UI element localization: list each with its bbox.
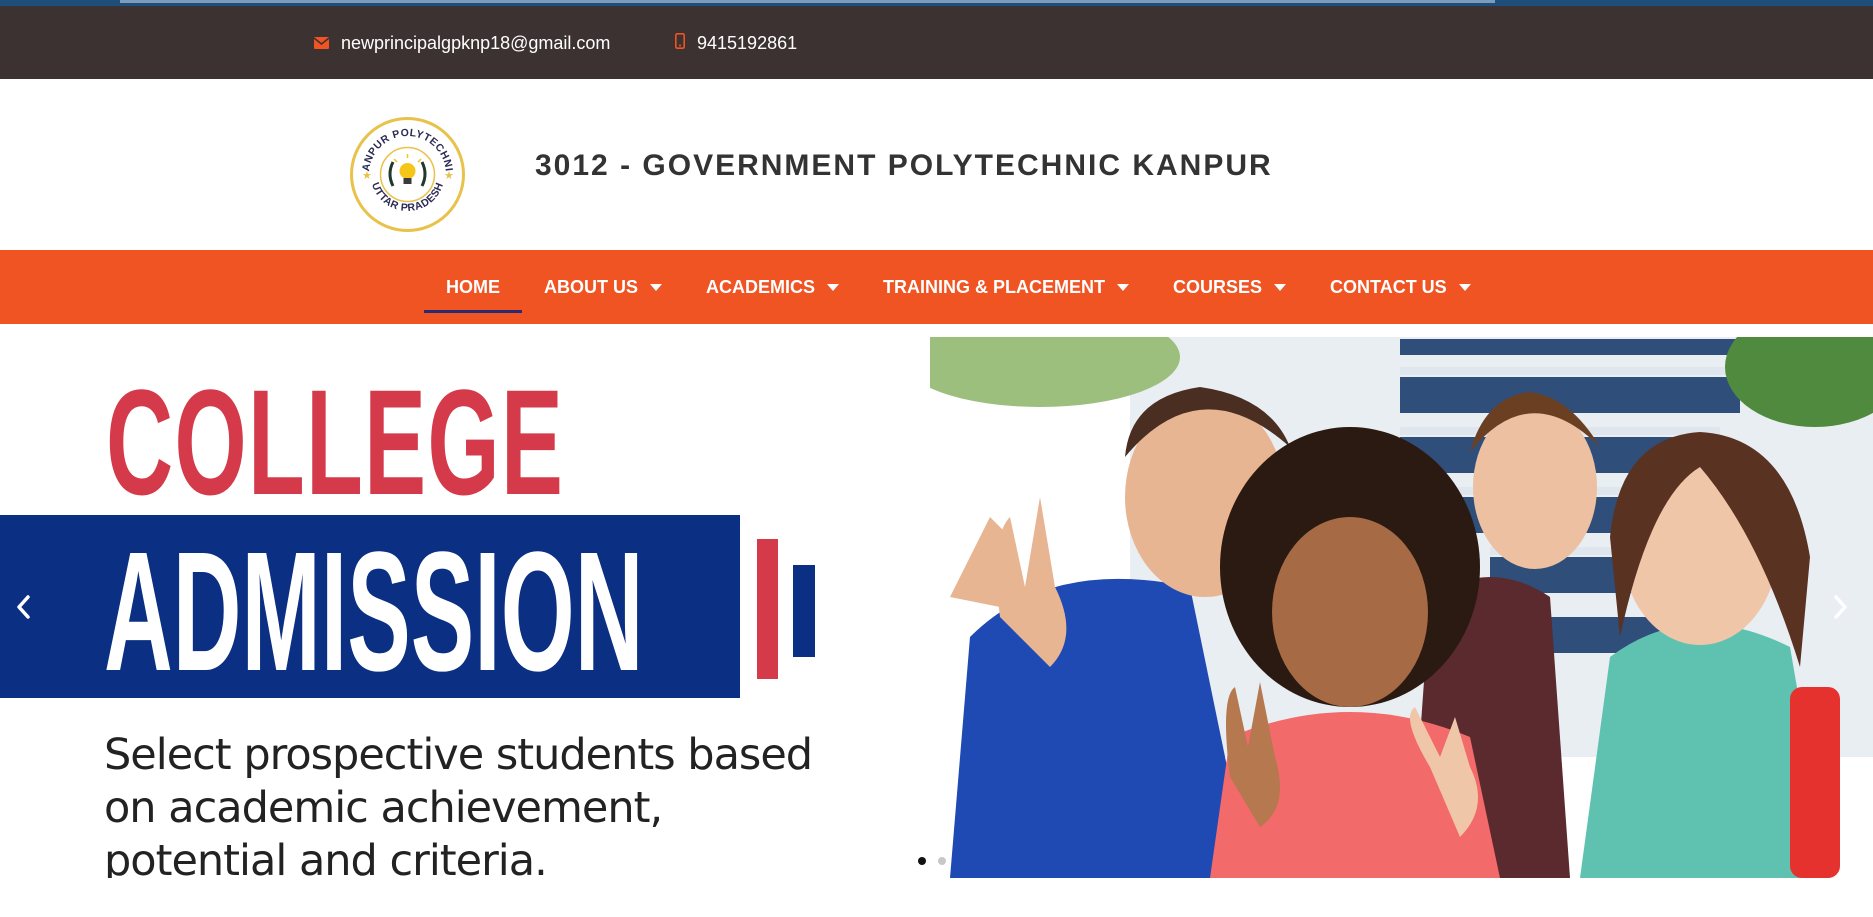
top-contact-bar: newprincipalgpknp18@gmail.com 9415192861 <box>0 6 1873 79</box>
nav-item-label: CONTACT US <box>1330 276 1447 297</box>
students-photo <box>930 337 1873 878</box>
svg-text:★: ★ <box>362 169 372 182</box>
chevron-left-icon <box>17 595 30 619</box>
main-navigation: HOME ABOUT US ACADEMICS TRAINING & PLACEMEN… <box>0 250 1873 324</box>
slider-prev-button[interactable] <box>8 587 38 627</box>
slider-dot-1[interactable] <box>918 857 926 865</box>
slider-dot-2[interactable] <box>938 857 946 865</box>
nav-item-label: COURSES <box>1173 276 1263 297</box>
svg-text:★: ★ <box>444 169 454 182</box>
envelope-icon <box>313 33 330 54</box>
slider-pagination <box>918 857 946 865</box>
caret-down-icon <box>827 283 840 291</box>
decor-bar-red <box>757 539 778 679</box>
nav-item-home[interactable]: HOME <box>424 250 522 324</box>
nav-menu: HOME ABOUT US ACADEMICS TRAINING & PLACEMEN… <box>424 250 1493 324</box>
nav-item-label: HOME <box>446 276 500 297</box>
college-logo[interactable]: KANPUR POLYTECHNIC UTTAR PRADESH ★ ★ <box>345 107 466 233</box>
nav-item-courses[interactable]: COURSES <box>1151 250 1308 324</box>
nav-item-about-us[interactable]: ABOUT US <box>522 250 684 324</box>
nav-item-contact-us[interactable]: CONTACT US <box>1308 250 1493 324</box>
slide-tagline: Select prospective students based on aca… <box>104 730 813 878</box>
phone-text[interactable]: 9415192861 <box>697 33 797 54</box>
chevron-right-icon <box>1834 595 1847 619</box>
caret-down-icon <box>1274 283 1287 291</box>
slide-text-panel: COLLEGE ADMISSION Select prospective stu… <box>0 337 930 878</box>
caret-down-icon <box>1117 283 1130 291</box>
mobile-phone-icon <box>675 33 685 54</box>
headline-college: COLLEGE <box>106 358 565 526</box>
phone-contact[interactable]: 9415192861 <box>675 33 797 54</box>
site-title[interactable]: 3012 - GOVERNMENT POLYTECHNIC KANPUR <box>535 149 1273 183</box>
caret-down-icon <box>650 283 662 291</box>
site-header: KANPUR POLYTECHNIC UTTAR PRADESH ★ ★ 301… <box>0 79 1873 250</box>
caret-down-icon <box>1458 283 1471 291</box>
top-accent-line <box>120 0 1495 3</box>
email-text[interactable]: newprincipalgpknp18@gmail.com <box>341 33 610 54</box>
headline-admission: ADMISSION <box>104 517 644 707</box>
nav-item-label: TRAINING & PLACEMENT <box>883 276 1106 297</box>
slider-next-button[interactable] <box>1826 587 1856 627</box>
nav-item-training-placement[interactable]: TRAINING & PLACEMENT <box>861 250 1151 324</box>
decor-bar-blue <box>793 565 815 657</box>
nav-item-label: ABOUT US <box>544 276 638 297</box>
nav-item-academics[interactable]: ACADEMICS <box>684 250 861 324</box>
email-contact[interactable]: newprincipalgpknp18@gmail.com <box>313 33 610 54</box>
hero-slider: COLLEGE ADMISSION Select prospective stu… <box>0 337 1873 878</box>
nav-item-label: ACADEMICS <box>706 276 816 297</box>
